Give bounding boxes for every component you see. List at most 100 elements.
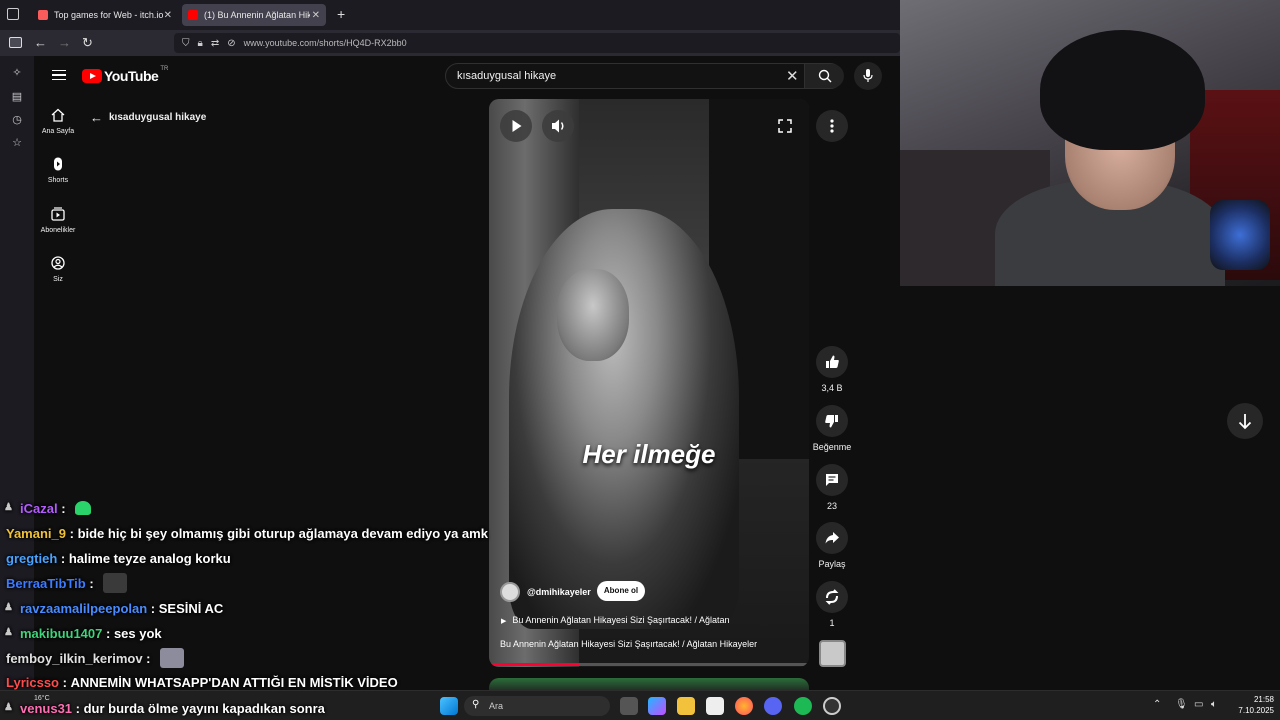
dislike-button[interactable] [816,405,848,437]
tab-title: (1) Bu Annenin Ağlatan Hikayesi [204,10,310,20]
taskbar-search[interactable]: ⚲ Ara [464,696,610,716]
back-arrow-icon[interactable]: ← [34,35,47,50]
more-vertical-icon [830,119,834,133]
url-bar[interactable]: ⛉ 🔒︎ ⇄ ⊘ www.youtube.com/shorts/HQ4D-RX2… [174,33,900,53]
search-box[interactable]: kısaduygusal hikaye ✕ [445,63,844,89]
close-tab-icon[interactable]: ✕ [312,10,320,21]
spotify-icon[interactable] [794,697,812,715]
chat-message: BerraaTibTib : [6,572,128,594]
more-options-button[interactable] [816,110,848,142]
arrow-down-icon [1238,414,1252,430]
sound-source-thumbnail[interactable] [819,640,846,667]
windows-start-icon[interactable] [440,697,458,715]
tab-list-icon[interactable] [7,8,19,20]
next-short-button[interactable] [1227,403,1263,439]
play-icon [512,120,522,132]
chat-separator: : [59,674,71,690]
ai-chat-icon[interactable]: ✧ [10,66,24,80]
video-title[interactable]: Bu Annenin Ağlatan Hikayesi Sizi Şaşırta… [500,639,757,649]
microphone-tray-icon[interactable]: 🎙︎ [1175,699,1188,710]
like-button[interactable] [816,346,848,378]
search-button[interactable] [804,64,844,88]
lock-icon[interactable]: 🔒︎ [198,38,203,49]
store-icon[interactable] [706,697,724,715]
new-tab-icon[interactable]: + [337,6,345,22]
chat-separator: : [66,525,78,541]
obs-icon[interactable] [823,697,841,715]
network-icon[interactable]: ▭ [1194,699,1203,710]
tab-title: Top games for Web - itch.io [54,10,164,20]
chat-separator: : [142,650,155,666]
comment-icon [826,474,838,486]
tray-overflow-icon[interactable]: ⌃ [1153,699,1161,710]
short-video-player[interactable]: Her ilmeğe @dmihikayeler Abone ol ▶ Bu An… [489,99,809,667]
itch-favicon-icon [38,10,48,20]
nav-item-subscriptions[interactable]: Abonelikler [36,207,80,234]
nav-item-shorts[interactable]: Shorts [36,157,80,184]
reload-icon[interactable]: ↻ [82,35,93,51]
file-explorer-icon[interactable] [677,697,695,715]
browser-tab-itch[interactable]: Top games for Web - itch.io ✕ [32,4,178,26]
channel-name[interactable]: @dmihikayeler [527,587,591,597]
chat-username: BerraaTibTib [6,575,86,591]
search-input[interactable]: kısaduygusal hikaye [457,70,556,82]
close-tab-icon[interactable]: ✕ [164,10,172,21]
user-icon [51,256,65,270]
url-text: www.youtube.com/shorts/HQ4D-RX2bb0 [243,38,407,48]
chat-message: ♟ venus31 : dur burda ölme yayını kapadı… [0,697,325,719]
play-button[interactable] [500,110,532,142]
chat-emote-icon [103,573,128,593]
playlist-title: Bu Annenin Ağlatan Hikayesi Sizi Şaşırta… [512,615,730,625]
bookmarks-icon[interactable]: ☆ [10,136,24,150]
chat-badge-icon: ♟ [4,627,13,638]
share-button[interactable] [816,522,848,554]
chat-username: iCazal [20,500,58,516]
remix-count: 1 [829,618,835,628]
copilot-icon[interactable] [648,697,666,715]
back-to-search-link[interactable]: ← kısaduygusal hikaye [90,110,206,125]
sidebar-toggle-icon[interactable] [9,37,22,48]
clear-search-icon[interactable]: ✕ [786,67,799,85]
chat-badge-icon: ♟ [4,602,13,613]
voice-search-button[interactable] [854,62,882,90]
fullscreen-icon[interactable] [778,119,792,133]
chat-username: Lyricsso [6,674,59,690]
shield-icon[interactable]: ⛉ [182,38,190,49]
synced-tabs-icon[interactable]: ▤ [10,90,24,104]
comments-button[interactable] [816,464,848,496]
video-progress-bar[interactable] [489,663,809,666]
history-icon[interactable]: ◷ [10,113,24,127]
volume-button[interactable] [542,110,574,142]
discord-icon[interactable] [764,697,782,715]
system-clock[interactable]: 21:58 7.10.2025 [1228,694,1274,716]
chat-message: ♟ iCazal : [0,497,92,519]
webcam-overlay [900,0,1280,286]
youtube-logo[interactable]: YouTube TR [82,66,168,84]
subscribe-button[interactable]: Abone ol [597,581,645,601]
chat-emote-icon [75,501,92,515]
playlist-link[interactable]: ▶ Bu Annenin Ağlatan Hikayesi Sizi Şaşırt… [501,615,730,625]
forward-arrow-icon[interactable]: → [58,35,71,50]
nav-item-home[interactable]: Ana Sayfa [36,108,80,135]
youtube-favicon-icon [188,10,198,20]
permissions-icon[interactable]: ⇄ [211,38,219,49]
channel-avatar[interactable] [500,582,520,602]
nav-item-you[interactable]: Siz [36,256,80,283]
task-view-icon[interactable] [620,697,638,715]
clock-date: 7.10.2025 [1238,706,1274,715]
volume-tray-icon[interactable]: 🔈︎ [1211,699,1217,710]
chat-text: bide hiç bi şey olmamış gibi oturup ağla… [77,525,488,541]
autoplay-blocked-icon[interactable]: ⊘ [227,38,235,49]
remix-button[interactable] [816,581,848,613]
browser-sidebar: ✧ ▤ ◷ ☆ [0,56,34,720]
chat-username: venus31 [20,700,73,716]
chat-username: makibuu1407 [20,625,103,641]
share-label: Paylaş [818,559,846,569]
firefox-icon[interactable] [735,697,753,715]
dislike-label: Beğenme [812,442,852,452]
chat-badge-icon: ♟ [4,502,13,513]
chat-text: ANNEMİN WHATSAPP'DAN ATTIĞI EN MİSTİK Vİ… [70,674,398,690]
menu-icon[interactable] [52,70,66,80]
nav-label: Siz [53,276,63,283]
browser-tab-youtube[interactable]: (1) Bu Annenin Ağlatan Hikayesi ✕ [182,4,326,26]
